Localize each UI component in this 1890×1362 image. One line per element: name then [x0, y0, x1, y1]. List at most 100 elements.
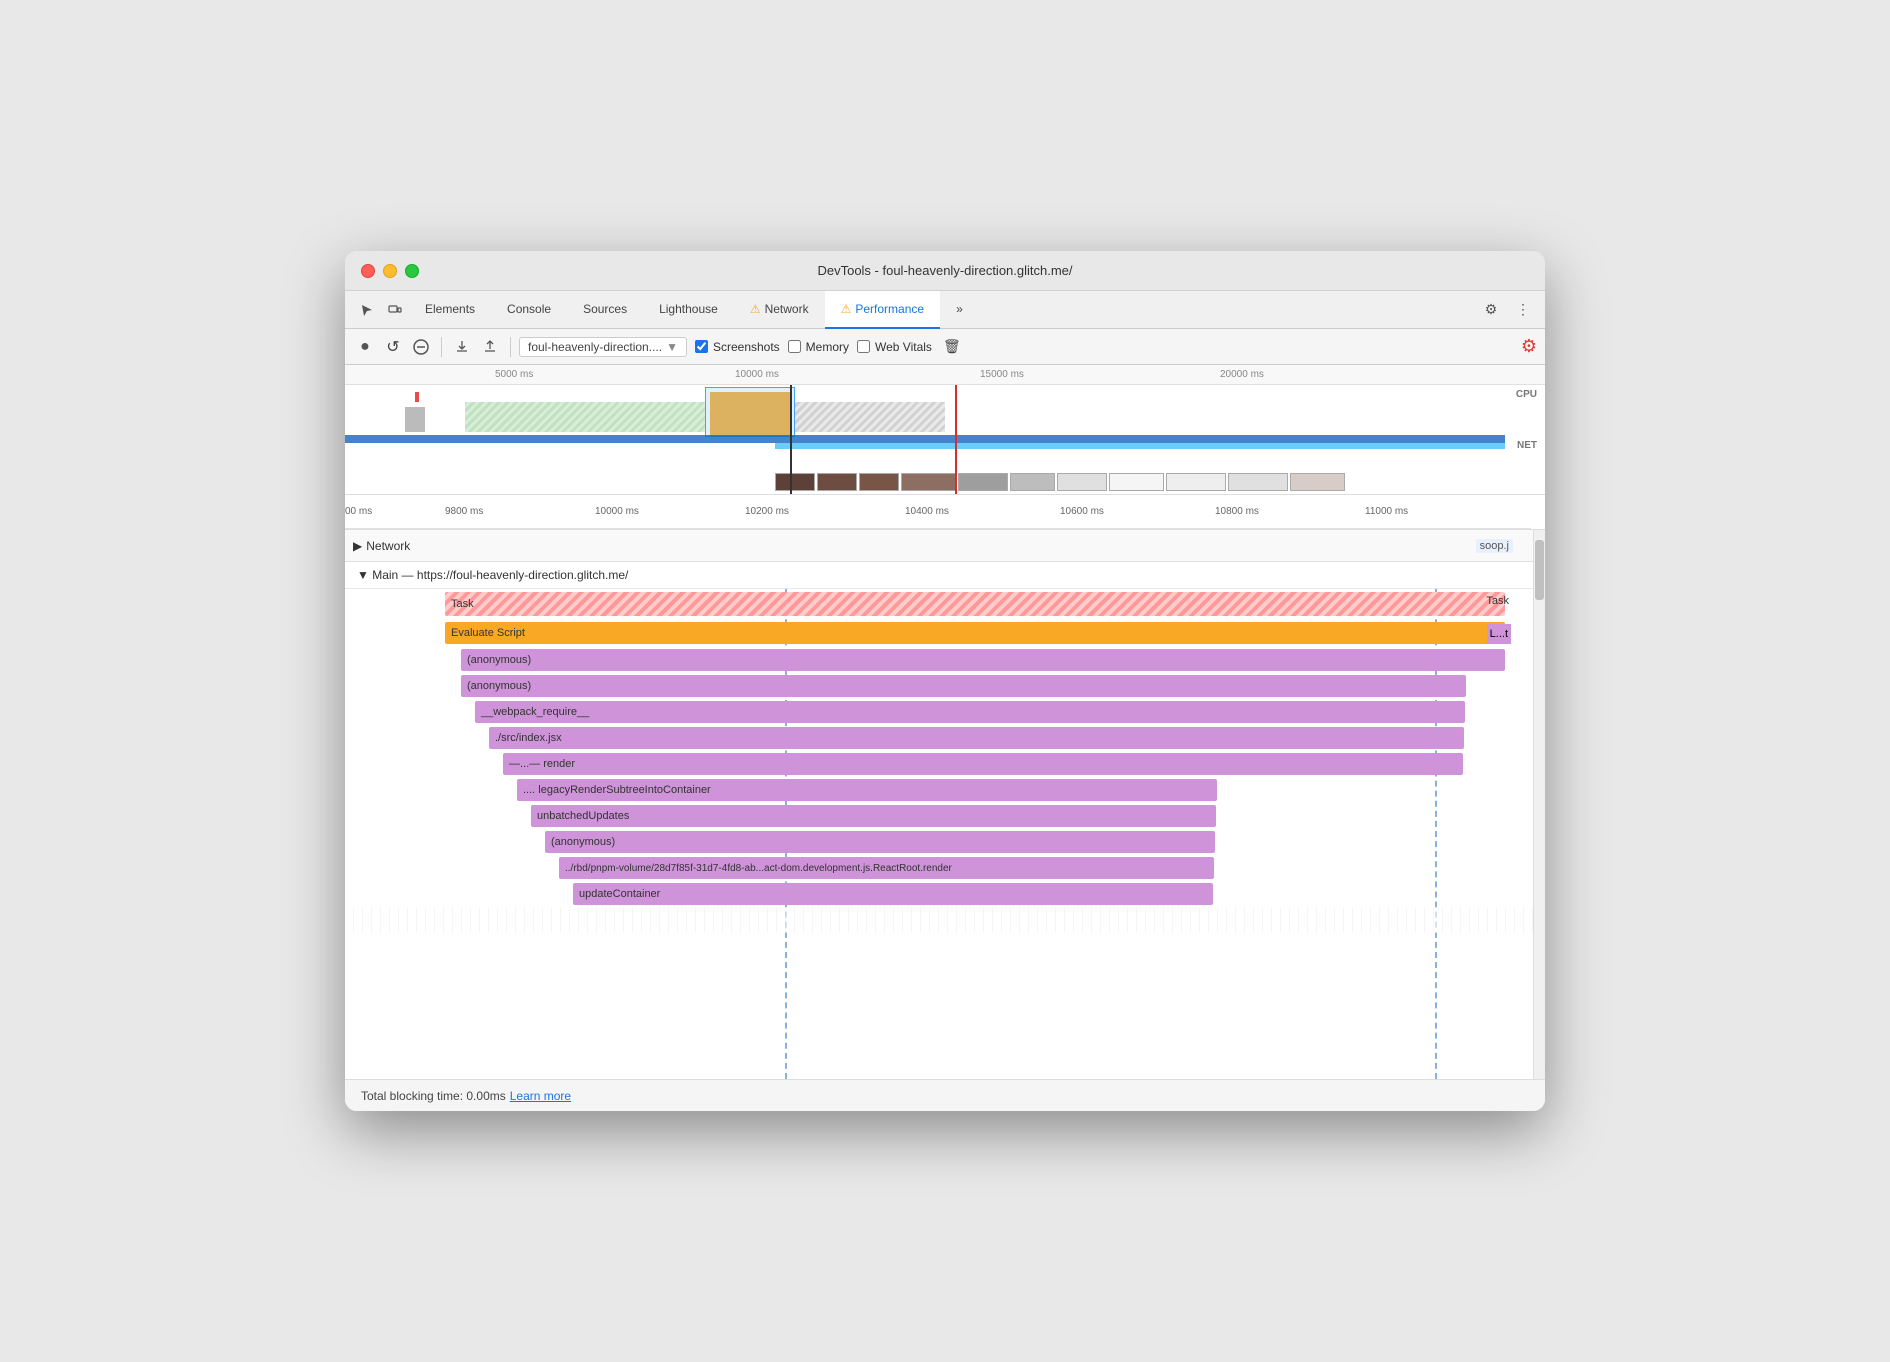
flame-bar-rbd[interactable]: ../rbd/pnpm-volume/28d7f85f-31d7-4fd8-ab…	[559, 857, 1214, 879]
flame-row-unbatched: unbatchedUpdates	[345, 803, 1533, 829]
memory-checkbox[interactable]	[788, 340, 801, 353]
timeline-tracks: CPU NET	[345, 385, 1545, 495]
cpu-peak-1	[415, 392, 419, 402]
flame-bar-task[interactable]: Task	[445, 592, 1505, 616]
memory-checkbox-label[interactable]: Memory	[788, 340, 849, 354]
flame-bar-render1[interactable]: —...— render	[503, 753, 1463, 775]
network-toggle[interactable]: ▶ Network	[353, 539, 410, 553]
zoom-mark-9800: 9800 ms	[445, 506, 483, 517]
zoom-mark-10800: 10800 ms	[1215, 506, 1259, 517]
screenshot-6	[1010, 473, 1055, 491]
scrollbar-thumb[interactable]	[1535, 540, 1544, 600]
screenshot-8	[1109, 473, 1164, 491]
settings-icon[interactable]: ⚙	[1477, 296, 1505, 324]
screenshot-2	[817, 473, 857, 491]
close-button[interactable]	[361, 264, 375, 278]
web-vitals-checkbox-label[interactable]: Web Vitals	[857, 340, 932, 354]
flame-bar-anonymous1[interactable]: (anonymous)	[461, 649, 1505, 671]
devtools-window: DevTools - foul-heavenly-direction.glitc…	[345, 251, 1545, 1111]
ruler-15000: 15000 ms	[980, 369, 1024, 380]
network-soop-ref: soop.j	[1476, 539, 1513, 553]
screenshots-checkbox-label[interactable]: Screenshots	[695, 340, 780, 354]
clear-button[interactable]	[409, 335, 433, 359]
flame-bar-anonymous2[interactable]: (anonymous)	[461, 675, 1466, 697]
learn-more-link[interactable]: Learn more	[510, 1089, 571, 1103]
network-toggle-icon: ▶	[353, 539, 362, 553]
screenshots-checkbox[interactable]	[695, 340, 708, 353]
titlebar: DevTools - foul-heavenly-direction.glitc…	[345, 251, 1545, 291]
record-button[interactable]: ●	[353, 335, 377, 359]
export-button[interactable]	[478, 335, 502, 359]
flame-bar-evaluate-script[interactable]: Evaluate Script	[445, 622, 1505, 644]
web-vitals-checkbox[interactable]	[857, 340, 870, 353]
zoom-mark-10600: 10600 ms	[1060, 506, 1104, 517]
zoomed-ruler: 00 ms 9800 ms 10000 ms 10200 ms 10400 ms…	[345, 495, 1531, 529]
flame-row-render1: —...— render	[345, 751, 1533, 777]
flame-bar-src-index[interactable]: ./src/index.jsx	[489, 727, 1464, 749]
minimize-button[interactable]	[383, 264, 397, 278]
zoom-mark-10000: 10000 ms	[595, 506, 639, 517]
net-bar-blue	[345, 435, 1505, 443]
tab-elements[interactable]: Elements	[409, 291, 491, 329]
toolbar-separator-2	[510, 337, 511, 357]
traffic-lights	[361, 264, 419, 278]
overview-timeline[interactable]: 5000 ms 10000 ms 15000 ms 20000 ms CPU N…	[345, 365, 1545, 495]
tab-performance[interactable]: ⚠ Performance	[825, 291, 940, 329]
window-title: DevTools - foul-heavenly-direction.glitc…	[361, 263, 1529, 278]
screenshot-9	[1166, 473, 1226, 491]
cpu-bar-1	[405, 407, 425, 432]
zoom-mark-10400: 10400 ms	[905, 506, 949, 517]
screenshot-10	[1228, 473, 1288, 491]
tab-network[interactable]: ⚠ Network	[734, 291, 825, 329]
content-main: ▶ Network soop.j ▼ Main — https://foul-h…	[345, 530, 1533, 1079]
flame-bar-update-container[interactable]: updateContainer	[573, 883, 1213, 905]
flame-bar-webpack[interactable]: __webpack_require__	[475, 701, 1465, 723]
tab-bar: Elements Console Sources Lighthouse ⚠ Ne…	[345, 291, 1545, 329]
url-selector[interactable]: foul-heavenly-direction.... ▼	[519, 337, 687, 357]
lt-label: L...t	[1487, 624, 1511, 644]
screenshot-7	[1057, 473, 1107, 491]
zoom-mark-11000: 11000 ms	[1365, 506, 1408, 517]
toolbar-separator-1	[441, 337, 442, 357]
cpu-area	[345, 387, 1505, 437]
maximize-button[interactable]	[405, 264, 419, 278]
cpu-bar-4	[795, 402, 945, 432]
flame-row-anonymous3: (anonymous)	[345, 829, 1533, 855]
tab-sources[interactable]: Sources	[567, 291, 643, 329]
main-thread-header: ▼ Main — https://foul-heavenly-direction…	[345, 562, 1533, 589]
flame-bar-unbatched[interactable]: unbatchedUpdates	[531, 805, 1216, 827]
screenshot-4	[901, 473, 956, 491]
network-section: ▶ Network soop.j	[345, 530, 1533, 562]
tab-more[interactable]: »	[940, 291, 979, 329]
net-label: NET	[1517, 440, 1537, 451]
screenshot-3	[859, 473, 899, 491]
cpu-label: CPU	[1516, 389, 1537, 400]
device-toggle-icon[interactable]	[381, 296, 409, 324]
net-bar-light	[775, 443, 1505, 449]
flame-row-anonymous1: (anonymous)	[345, 647, 1533, 673]
content-with-scroll: ▶ Network soop.j ▼ Main — https://foul-h…	[345, 530, 1545, 1079]
cpu-bar-2	[465, 402, 705, 432]
more-options-icon[interactable]: ⋮	[1509, 296, 1537, 324]
task-right-label: Task	[1486, 595, 1509, 607]
reload-button[interactable]: ↺	[381, 335, 405, 359]
timeline-ruler: 5000 ms 10000 ms 15000 ms 20000 ms	[345, 365, 1545, 385]
flame-chart: Task Task Evaluate Script L...t	[345, 589, 1533, 1079]
flame-bar-legacy-render[interactable]: .... legacyRenderSubtreeIntoContainer	[517, 779, 1217, 801]
screenshots-strip	[775, 473, 1505, 491]
trash-button[interactable]: 🗑	[940, 335, 964, 359]
flame-row-task: Task Task	[345, 589, 1533, 619]
total-blocking-time: Total blocking time: 0.00ms	[361, 1089, 506, 1103]
flame-row-truncated	[345, 907, 1533, 933]
import-button[interactable]	[450, 335, 474, 359]
flame-row-evaluate: Evaluate Script L...t	[345, 619, 1533, 647]
cursor-icon[interactable]	[353, 296, 381, 324]
tab-lighthouse[interactable]: Lighthouse	[643, 291, 734, 329]
tab-console[interactable]: Console	[491, 291, 567, 329]
zoom-mark-0: 00 ms	[345, 506, 372, 517]
network-warning-icon: ⚠	[750, 302, 761, 316]
flame-row-anonymous2: (anonymous)	[345, 673, 1533, 699]
vertical-scrollbar[interactable]	[1533, 530, 1545, 1079]
flame-bar-anonymous3[interactable]: (anonymous)	[545, 831, 1215, 853]
capture-settings-icon[interactable]: ⚙	[1521, 336, 1537, 357]
